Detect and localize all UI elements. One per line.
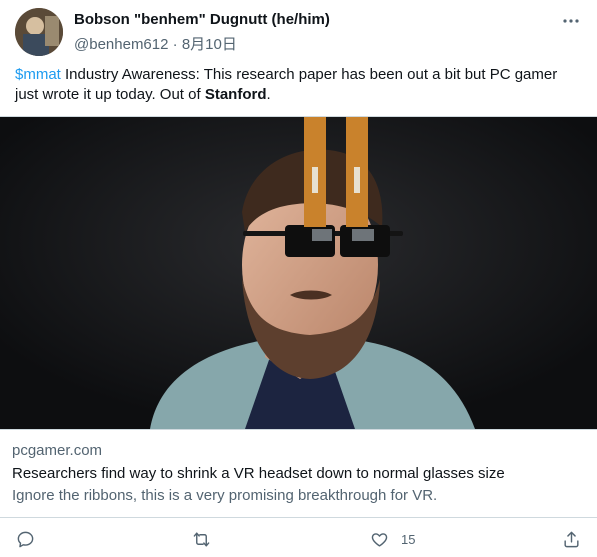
link-card[interactable]: pcgamer.com Researchers find way to shri… (0, 116, 597, 518)
card-domain: pcgamer.com (12, 442, 103, 459)
tweet[interactable]: Bobson "benhem" Dugnutt (he/him) @benhem… (0, 0, 597, 557)
card-title: Researchers find way to shrink a VR head… (12, 465, 505, 482)
reply-icon (17, 531, 34, 547)
like-button[interactable]: 15 (370, 528, 415, 550)
user-display-name[interactable]: Bobson "benhem" Dugnutt (he/him) (74, 11, 330, 28)
retweet-button[interactable] (192, 528, 223, 550)
tweet-text: $mmat Industry Awareness: This research … (15, 65, 580, 105)
separator-dot: · (168, 36, 182, 53)
card-description: Ignore the ribbons, this is a very promi… (12, 487, 438, 504)
share-icon (564, 531, 579, 547)
tweet-text-body: Industry Awareness: This research paper … (15, 66, 558, 103)
tweet-date[interactable]: 8月10日 (182, 36, 237, 53)
card-image[interactable] (0, 117, 597, 429)
avatar[interactable] (15, 8, 63, 56)
user-handle-line: @benhem612 · 8月10日 (74, 33, 237, 54)
tweet-text-end: . (266, 86, 271, 103)
action-bar: 15 (0, 522, 597, 556)
share-button[interactable] (562, 528, 593, 550)
card-meta[interactable]: pcgamer.com Researchers find way to shri… (0, 429, 597, 517)
like-count: 15 (401, 531, 416, 547)
more-horizontal-icon[interactable] (560, 10, 582, 32)
tweet-text-bold: Stanford (204, 86, 267, 103)
cashtag-link[interactable]: $mmat (15, 66, 61, 83)
heart-icon (371, 532, 388, 547)
user-handle[interactable]: @benhem612 (74, 36, 168, 53)
retweet-icon (193, 531, 210, 547)
reply-button[interactable] (16, 528, 47, 550)
